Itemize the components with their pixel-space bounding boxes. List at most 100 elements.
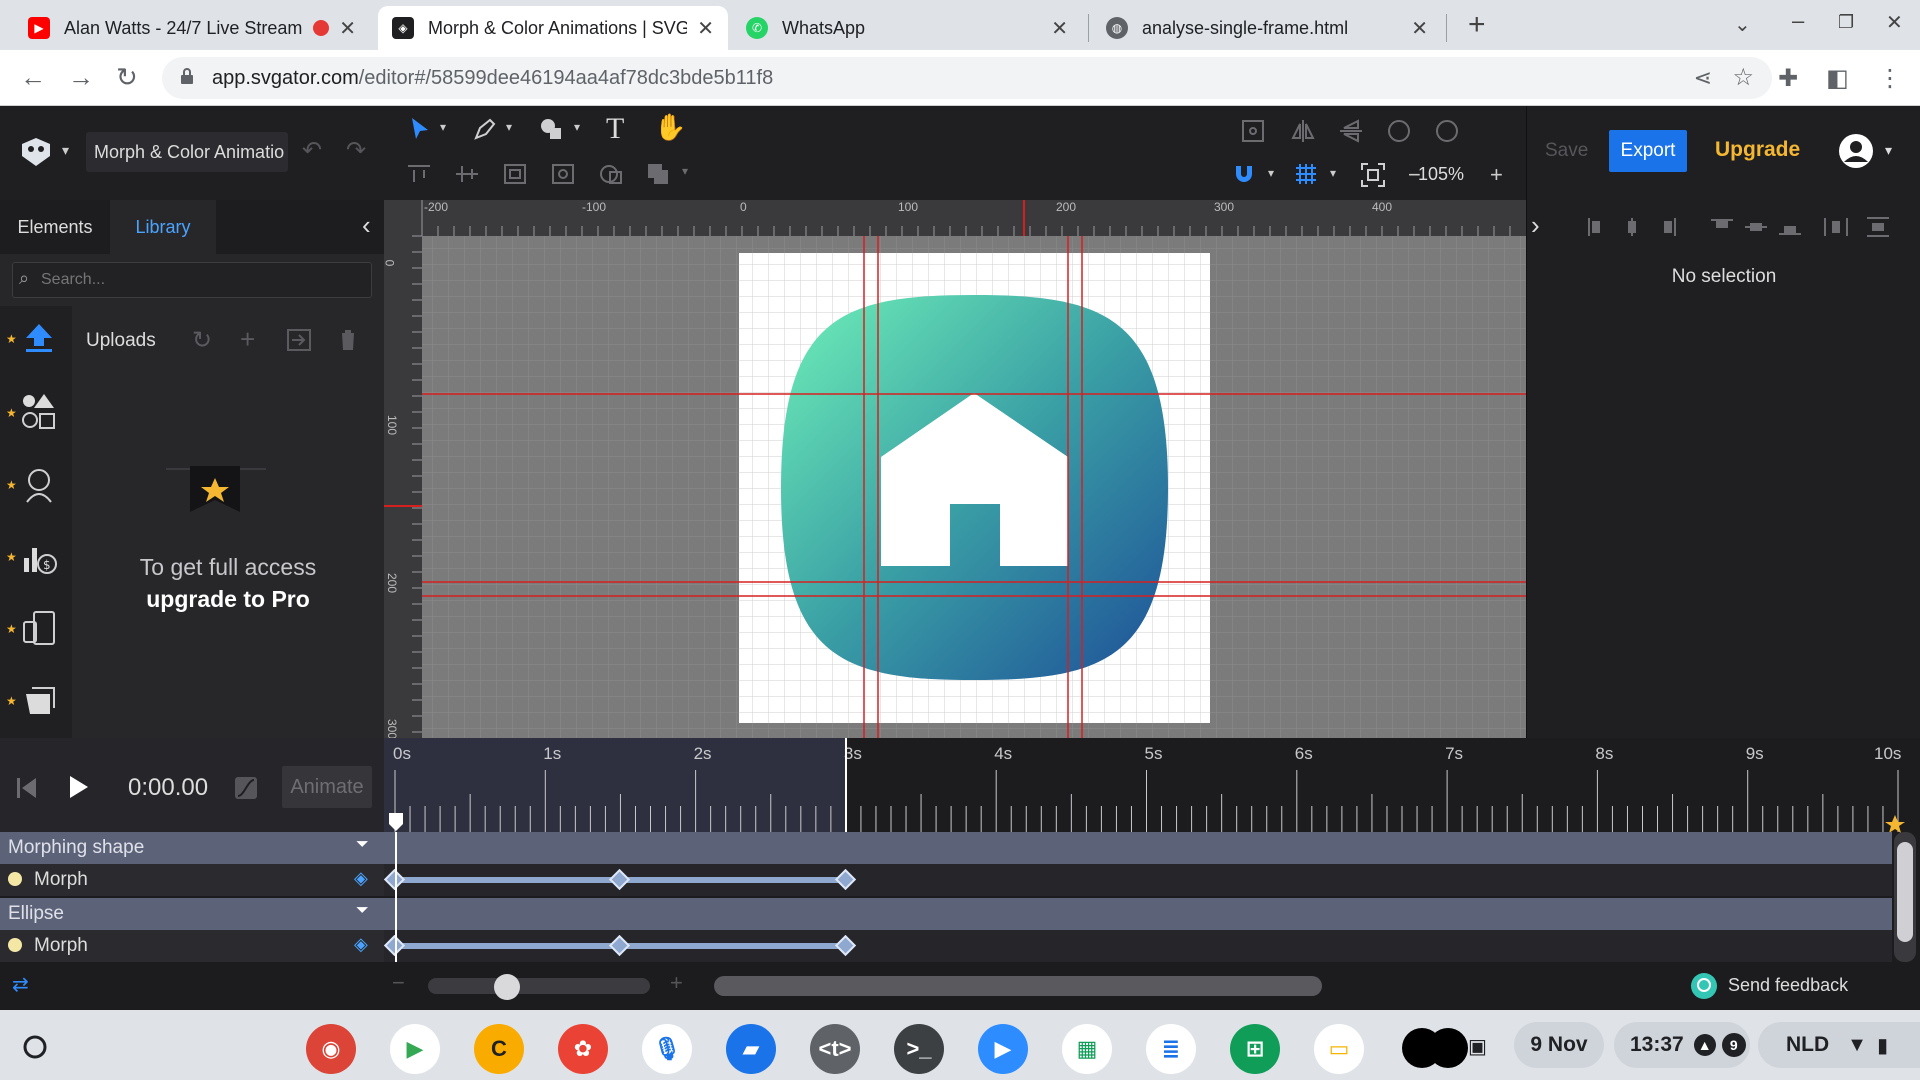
start-marker-icon[interactable] bbox=[388, 812, 404, 832]
layer-row-ellipse[interactable]: Ellipse ⏷ bbox=[0, 898, 1892, 930]
layer-row-morphing-shape[interactable]: Morphing shape ⏷ bbox=[0, 832, 1892, 864]
code-editor-icon[interactable]: <t> bbox=[810, 1024, 860, 1074]
project-name-field[interactable]: Morph & Color Animatio bbox=[86, 132, 288, 172]
tab-elements[interactable]: Elements bbox=[0, 200, 110, 254]
skip-to-start-icon[interactable] bbox=[16, 776, 38, 800]
feedback-icon[interactable] bbox=[1690, 972, 1718, 1000]
property-row-morph[interactable]: Morph ◈ bbox=[0, 930, 1892, 962]
collapse-panel-icon[interactable]: ‹ bbox=[362, 210, 371, 241]
select-tool-icon[interactable] bbox=[408, 116, 432, 142]
close-tab-icon[interactable]: ✕ bbox=[339, 16, 356, 41]
account-chevron-icon[interactable]: ▾ bbox=[1885, 142, 1892, 159]
url-field[interactable]: app.svgator.com/editor#/58599dee46194aa4… bbox=[162, 57, 1772, 99]
play-store-icon[interactable]: ▶ bbox=[390, 1024, 440, 1074]
property-row-morph[interactable]: Morph ◈ bbox=[0, 864, 1892, 896]
new-tab-icon[interactable]: + bbox=[1468, 8, 1486, 42]
zoom-out-timeline-icon[interactable]: − bbox=[392, 970, 405, 996]
docs-icon[interactable]: ≣ bbox=[1146, 1024, 1196, 1074]
chevron-down-icon[interactable]: ▾ bbox=[440, 120, 446, 134]
playhead[interactable] bbox=[845, 738, 847, 832]
tab-youtube[interactable]: ▶ Alan Watts - 24/7 Live Stream ✕ bbox=[14, 6, 370, 50]
upgrade-to-pro-link[interactable]: upgrade to Pro bbox=[72, 586, 384, 613]
canvas-viewport[interactable]: -200 -100 0 100 200 300 400 0 100 200 30… bbox=[382, 200, 1526, 739]
close-window-icon[interactable]: ✕ bbox=[1886, 10, 1903, 35]
category-food[interactable]: ★ bbox=[0, 670, 72, 736]
date-pill[interactable]: 9 Nov bbox=[1514, 1022, 1604, 1068]
refresh-icon[interactable]: ↻ bbox=[192, 326, 212, 355]
mask-icon[interactable] bbox=[598, 162, 624, 186]
rotate-right-icon[interactable] bbox=[1434, 118, 1460, 144]
avatar[interactable] bbox=[1837, 132, 1875, 170]
c-app-icon[interactable]: C bbox=[474, 1024, 524, 1074]
text-tool-icon[interactable]: T bbox=[606, 112, 624, 146]
align-top-icon[interactable] bbox=[406, 162, 432, 186]
chevron-down-icon[interactable]: ▾ bbox=[1330, 166, 1336, 180]
align-middle-icon[interactable] bbox=[454, 162, 480, 186]
zoom-icon[interactable]: ▶ bbox=[978, 1024, 1028, 1074]
category-shapes[interactable]: ★ bbox=[0, 382, 72, 448]
current-time[interactable]: 0:00.00 bbox=[128, 774, 208, 802]
play-icon[interactable] bbox=[68, 774, 90, 800]
category-characters[interactable]: ★ bbox=[0, 454, 72, 520]
fit-to-screen-icon[interactable] bbox=[1360, 162, 1386, 188]
side-panel-icon[interactable]: ◧ bbox=[1826, 64, 1849, 93]
flip-horizontal-icon[interactable] bbox=[1290, 118, 1316, 144]
collapse-layer-icon[interactable]: ⏷ bbox=[356, 902, 369, 920]
chevron-down-icon[interactable]: ▾ bbox=[1268, 166, 1274, 180]
tab-search-chevron-icon[interactable]: ⌄ bbox=[1734, 12, 1751, 37]
rotate-left-icon[interactable] bbox=[1386, 118, 1412, 144]
save-button[interactable]: Save bbox=[1545, 140, 1588, 162]
snap-magnet-icon[interactable] bbox=[1232, 162, 1256, 186]
chevron-down-icon[interactable]: ▾ bbox=[574, 120, 580, 134]
expand-panel-icon[interactable]: › bbox=[1531, 210, 1540, 241]
transform-origin-icon[interactable] bbox=[1240, 118, 1266, 144]
slider-thumb[interactable] bbox=[494, 974, 520, 1000]
slides-icon[interactable]: ▭ bbox=[1314, 1024, 1364, 1074]
microphone-icon[interactable]: 🎙 bbox=[642, 1024, 692, 1074]
close-tab-icon[interactable]: ✕ bbox=[1411, 16, 1428, 41]
bookmark-star-icon[interactable]: ☆ bbox=[1732, 63, 1754, 92]
delete-icon[interactable] bbox=[338, 328, 358, 352]
grid-icon[interactable] bbox=[1294, 162, 1318, 186]
minimize-icon[interactable]: – bbox=[1792, 8, 1804, 34]
zoom-in-icon[interactable]: + bbox=[1490, 162, 1503, 188]
tote-holding-space[interactable]: ▣ bbox=[1402, 1024, 1487, 1070]
ungroup-icon[interactable] bbox=[550, 162, 576, 186]
category-devices[interactable]: ★ bbox=[0, 598, 72, 664]
boolean-icon[interactable] bbox=[646, 162, 672, 186]
tab-svgator[interactable]: ◈ Morph & Color Animations | SVGator ✕ bbox=[378, 6, 728, 50]
end-marker-icon[interactable] bbox=[1884, 814, 1906, 834]
upgrade-button[interactable]: Upgrade bbox=[1715, 138, 1800, 162]
tab-whatsapp[interactable]: ✆ WhatsApp ✕ bbox=[732, 6, 1082, 50]
logo-menu-chevron-icon[interactable]: ▾ bbox=[62, 142, 69, 159]
zoom-in-timeline-icon[interactable]: + bbox=[670, 970, 683, 996]
export-button[interactable]: Export bbox=[1609, 130, 1687, 172]
extensions-icon[interactable]: ✚ bbox=[1778, 64, 1798, 93]
zoom-level[interactable]: 105% bbox=[1402, 164, 1464, 185]
timeline-zoom-slider[interactable] bbox=[428, 978, 650, 994]
chrome-icon[interactable]: ◉ bbox=[306, 1024, 356, 1074]
category-uploads[interactable]: ★ bbox=[0, 306, 72, 376]
keyframe-diamond[interactable] bbox=[834, 868, 856, 891]
menu-icon[interactable]: ⋮ bbox=[1878, 64, 1902, 93]
calculator-icon[interactable]: ⊞ bbox=[1230, 1024, 1280, 1074]
tab-analyse[interactable]: ◍ analyse-single-frame.html ✕ bbox=[1092, 6, 1442, 50]
forward-icon[interactable]: → bbox=[68, 62, 94, 93]
close-tab-icon[interactable]: ✕ bbox=[1051, 16, 1068, 41]
bulb-icon[interactable] bbox=[8, 872, 22, 886]
easing-icon[interactable] bbox=[234, 776, 258, 800]
launcher-icon[interactable] bbox=[22, 1034, 48, 1060]
terminal-icon[interactable]: >_ bbox=[894, 1024, 944, 1074]
shapes-tool-icon[interactable] bbox=[538, 116, 566, 142]
bulb-icon[interactable] bbox=[8, 938, 22, 952]
chevron-down-icon[interactable]: ▾ bbox=[682, 164, 688, 178]
share-icon[interactable]: ⋖ bbox=[1694, 65, 1712, 91]
horizontal-scrollbar[interactable] bbox=[714, 976, 1322, 996]
keyframe-diamond[interactable] bbox=[609, 868, 631, 891]
paint-icon[interactable]: ✿ bbox=[558, 1024, 608, 1074]
undo-icon[interactable]: ↶ bbox=[302, 136, 322, 165]
add-icon[interactable]: + bbox=[240, 324, 255, 355]
search-input-wrapper[interactable]: ⌕ bbox=[12, 262, 372, 298]
close-tab-icon[interactable]: ✕ bbox=[697, 16, 714, 41]
import-icon[interactable] bbox=[286, 328, 312, 352]
